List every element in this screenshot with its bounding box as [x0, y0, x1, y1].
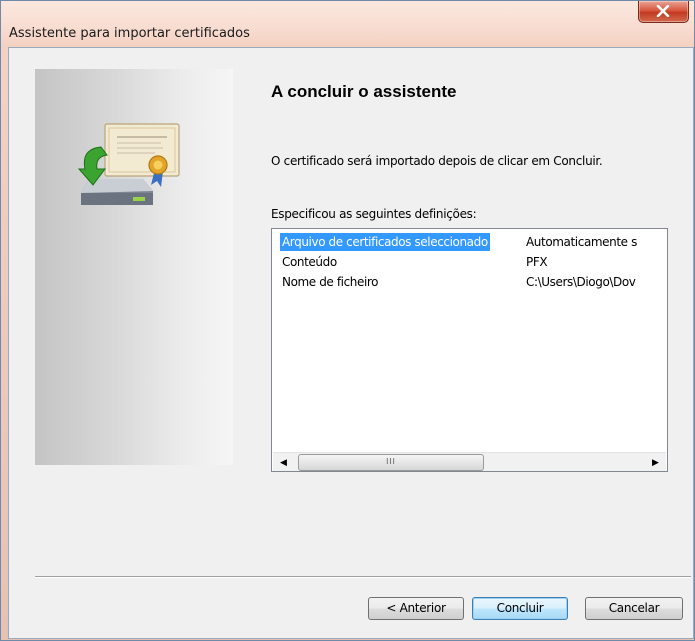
finish-button[interactable]: Concluir [472, 597, 568, 620]
title-bar[interactable]: Assistente para importar certificados [1, 1, 694, 47]
window-title: Assistente para importar certificados [9, 26, 250, 41]
setting-value: C:\Users\Diogo\Dov [526, 275, 636, 289]
page-description: O certificado será importado depois de c… [271, 154, 603, 168]
setting-value: Automaticamente s [526, 235, 637, 249]
scroll-right-arrow-icon[interactable]: ▶ [647, 453, 664, 471]
wizard-side-panel [35, 69, 233, 465]
setting-value: PFX [526, 255, 548, 269]
list-item[interactable]: Nome de ficheiro C:\Users\Diogo\Dov [272, 273, 667, 292]
setting-name: Nome de ficheiro [282, 275, 379, 289]
wizard-body: A concluir o assistente O certificado se… [8, 47, 694, 639]
settings-label: Especificou as seguintes definições: [271, 207, 477, 221]
setting-name: Arquivo de certificados seleccionado [280, 233, 490, 251]
back-button[interactable]: < Anterior [368, 597, 464, 620]
settings-list[interactable]: Arquivo de certificados seleccionado Aut… [271, 228, 668, 472]
certificate-import-icon [77, 123, 180, 205]
scroll-thumb[interactable]: III [298, 454, 484, 471]
setting-name: Conteúdo [282, 255, 337, 269]
cancel-button[interactable]: Cancelar [585, 597, 683, 620]
list-item[interactable]: Conteúdo PFX [272, 253, 667, 272]
scroll-left-arrow-icon[interactable]: ◀ [275, 453, 292, 471]
wizard-window: Assistente para importar certificados A … [0, 0, 695, 641]
separator [35, 576, 691, 578]
horizontal-scrollbar[interactable]: ◀ III ▶ [273, 452, 666, 471]
close-button[interactable] [638, 1, 689, 23]
page-title: A concluir o assistente [271, 82, 457, 101]
close-icon [656, 5, 670, 17]
list-item[interactable]: Arquivo de certificados seleccionado Aut… [272, 233, 667, 252]
